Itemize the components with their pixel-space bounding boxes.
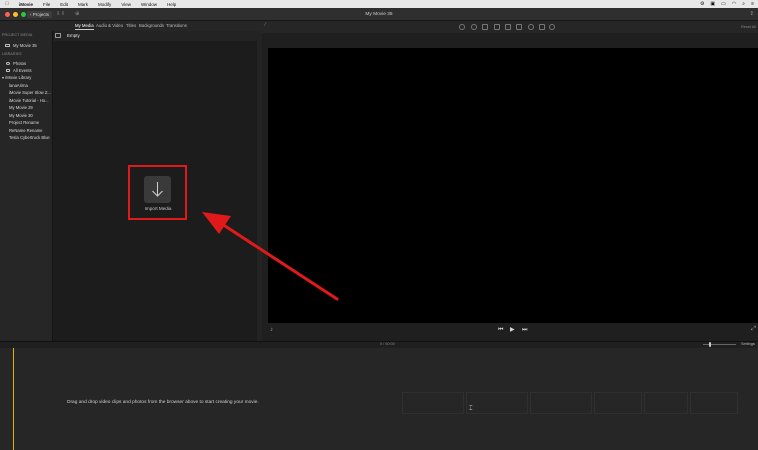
annotation-arrow	[202, 212, 339, 301]
